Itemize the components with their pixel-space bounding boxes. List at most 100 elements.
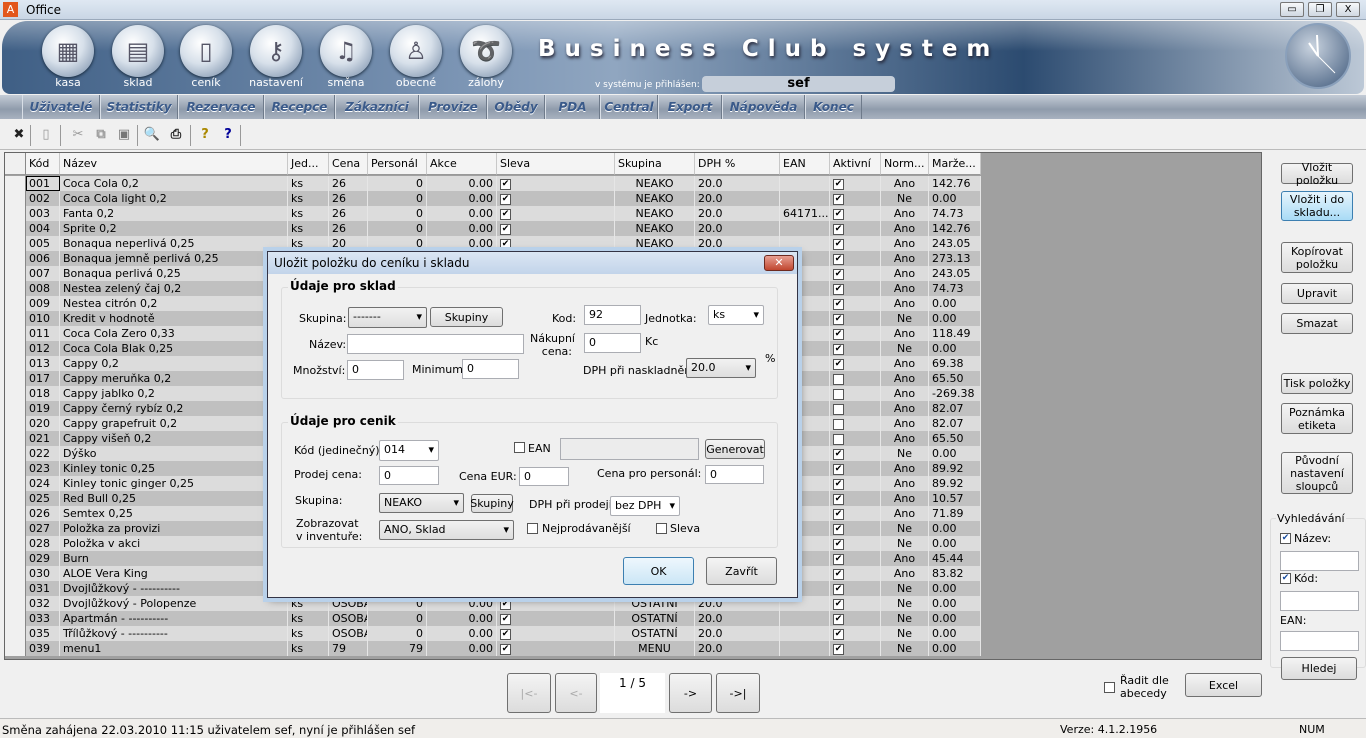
discount-checkbox[interactable]: ✔ [500, 223, 511, 235]
table-row[interactable]: 004 Sprite 0,2 ks 26 0 0.00 ✔ NEAKO 20.0 ✔ Ano 142.… [5, 221, 981, 236]
bestseller-checkbox[interactable] [527, 523, 538, 534]
column-header[interactable]: Skupina [615, 153, 695, 175]
search-ean-input[interactable] [1280, 631, 1359, 651]
cash-register-icon[interactable]: ▦ [42, 25, 94, 77]
active-checkbox[interactable] [833, 418, 844, 430]
column-header[interactable]: Cena [329, 153, 368, 175]
row-selector[interactable] [5, 326, 26, 341]
close-dialog-button[interactable]: Zavřít [706, 557, 777, 585]
find-icon[interactable]: 🔍 [142, 126, 162, 144]
active-checkbox[interactable]: ✔ [833, 253, 844, 265]
active-checkbox[interactable] [833, 388, 844, 400]
active-checkbox[interactable]: ✔ [833, 268, 844, 280]
key-icon[interactable]: ⚷ [250, 25, 302, 77]
eur-price-input[interactable]: 0 [519, 467, 569, 486]
column-header[interactable]: Kód [26, 153, 60, 175]
active-checkbox[interactable]: ✔ [833, 448, 844, 460]
active-checkbox[interactable]: ✔ [833, 328, 844, 340]
table-row[interactable]: 001 Coca Cola 0,2 ks 26 0 0.00 ✔ NEAKO 20.0 ✔ Ano 1… [5, 176, 981, 191]
active-checkbox[interactable]: ✔ [833, 193, 844, 205]
next-page-button[interactable]: -> [669, 673, 712, 713]
row-selector[interactable] [5, 551, 26, 566]
sort-alpha-checkbox[interactable] [1104, 682, 1115, 693]
nav-směna-label[interactable]: směna [306, 76, 386, 89]
table-row[interactable]: 005 Bonaqua neperlivá 0,25 ks 20 0 0.00 ✔ NEAKO… [5, 236, 981, 251]
row-selector[interactable] [5, 431, 26, 446]
row-selector[interactable] [5, 611, 26, 626]
active-checkbox[interactable]: ✔ [833, 553, 844, 565]
reset-columns-button[interactable]: Původní nastavení sloupců [1281, 452, 1353, 494]
active-checkbox[interactable]: ✔ [833, 598, 844, 610]
last-page-button[interactable]: ->| [716, 673, 760, 713]
active-checkbox[interactable]: ✔ [833, 538, 844, 550]
menu-item-1[interactable]: Statistiky [100, 95, 178, 119]
column-header[interactable]: Jed... [288, 153, 329, 175]
excel-button[interactable]: Excel [1185, 673, 1262, 697]
nav-obecné-label[interactable]: obecné [376, 76, 456, 89]
restore-button[interactable]: ❐ [1308, 2, 1332, 17]
column-header[interactable]: Marže... [929, 153, 981, 175]
row-selector[interactable] [5, 521, 26, 536]
active-checkbox[interactable]: ✔ [833, 478, 844, 490]
active-checkbox[interactable]: ✔ [833, 223, 844, 235]
table-row[interactable]: 003 Fanta 0,2 ks 26 0 0.00 ✔ NEAKO 20.0 64171... ✔… [5, 206, 981, 221]
first-page-button[interactable]: |<- [507, 673, 551, 713]
paste-icon[interactable]: ▣ [114, 126, 134, 144]
column-header[interactable]: Akce [427, 153, 497, 175]
active-checkbox[interactable]: ✔ [833, 298, 844, 310]
row-selector[interactable] [5, 626, 26, 641]
active-checkbox[interactable]: ✔ [833, 583, 844, 595]
prev-page-button[interactable]: <- [555, 673, 597, 713]
menu-item-6[interactable]: Obědy [487, 95, 545, 119]
help-icon[interactable]: ? [195, 126, 215, 144]
column-header[interactable]: Sleva [497, 153, 615, 175]
active-checkbox[interactable]: ✔ [833, 508, 844, 520]
column-header[interactable]: EAN [780, 153, 830, 175]
active-checkbox[interactable]: ✔ [833, 238, 844, 250]
active-checkbox[interactable] [833, 403, 844, 415]
minimum-input[interactable]: 0 [462, 359, 519, 379]
nav-kasa-label[interactable]: kasa [28, 76, 108, 89]
search-name-checkbox[interactable]: ✔ [1280, 533, 1291, 544]
column-header[interactable]: Norm... [881, 153, 929, 175]
ean-input[interactable] [560, 438, 699, 460]
quantity-input[interactable]: 0 [347, 360, 404, 380]
table-row[interactable]: 035 Třílůžkový - ---------- ks OSOBA 0 0.00 ✔ O… [5, 626, 981, 641]
menu-item-5[interactable]: Provize [419, 95, 487, 119]
sell-price-input[interactable]: 0 [379, 466, 439, 485]
row-selector[interactable] [5, 446, 26, 461]
column-header[interactable]: DPH % [695, 153, 780, 175]
row-selector[interactable] [5, 506, 26, 521]
row-selector[interactable] [5, 206, 26, 221]
row-selector[interactable] [5, 251, 26, 266]
row-selector[interactable] [5, 641, 26, 656]
cut-icon[interactable]: ✂ [68, 126, 88, 144]
active-checkbox[interactable]: ✔ [833, 628, 844, 640]
table-row[interactable]: 033 Apartmán - ---------- ks OSOBA 0 0.00 ✔ OST… [5, 611, 981, 626]
insert-to-stock-button[interactable]: Vložit i do skladu... [1281, 191, 1353, 221]
edit-button[interactable]: Upravit [1281, 283, 1353, 304]
discount-checkbox[interactable]: ✔ [500, 628, 511, 640]
active-checkbox[interactable] [833, 433, 844, 445]
active-checkbox[interactable]: ✔ [833, 283, 844, 295]
column-header[interactable]: Aktivní [830, 153, 881, 175]
row-selector[interactable] [5, 221, 26, 236]
search-code-input[interactable] [1280, 591, 1359, 611]
menu-item-2[interactable]: Rezervace [178, 95, 264, 119]
row-selector[interactable] [5, 236, 26, 251]
row-selector[interactable] [5, 461, 26, 476]
row-selector[interactable] [5, 476, 26, 491]
discount-checkbox[interactable]: ✔ [500, 178, 511, 190]
new-document-icon[interactable]: ▯ [36, 126, 56, 144]
minimize-button[interactable]: ▭ [1280, 2, 1304, 17]
stock-icon[interactable]: ▤ [112, 25, 164, 77]
discount-checkbox[interactable]: ✔ [500, 238, 511, 250]
active-checkbox[interactable]: ✔ [833, 613, 844, 625]
row-selector[interactable] [5, 416, 26, 431]
row-selector[interactable] [5, 266, 26, 281]
whats-this-icon[interactable]: ? [218, 126, 238, 144]
row-selector[interactable] [5, 536, 26, 551]
chair-icon[interactable]: ♙ [390, 25, 442, 77]
dialog-close-button[interactable]: ✕ [764, 255, 794, 271]
discount-checkbox[interactable]: ✔ [500, 643, 511, 655]
